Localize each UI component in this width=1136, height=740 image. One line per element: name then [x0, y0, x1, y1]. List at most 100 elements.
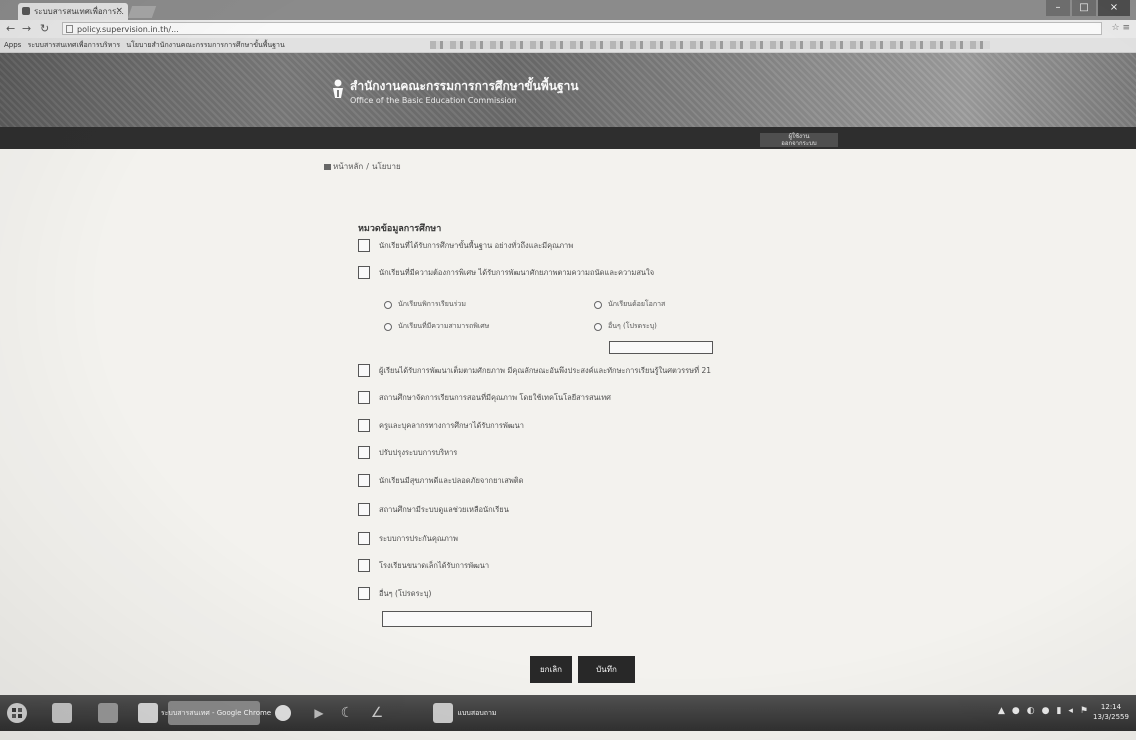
taskbar-app[interactable]: ☾: [336, 701, 358, 725]
page-info-icon[interactable]: [66, 25, 73, 33]
checkbox[interactable]: [358, 239, 370, 252]
taskbar-app[interactable]: [272, 701, 294, 725]
checkbox-label: นักเรียนมีสุขภาพดีและปลอดภัยจากยาเสพติด: [379, 475, 524, 485]
clock-time: 12:14: [1100, 703, 1122, 711]
maximize-button[interactable]: □: [1072, 0, 1096, 16]
system-tray: ▲ ● ◐ ● ▮ ◂ ⚑: [998, 706, 1088, 716]
other-text-input[interactable]: [382, 611, 592, 627]
folder-icon: [52, 703, 72, 723]
windows-logo-icon: [7, 703, 27, 723]
checkbox[interactable]: [358, 587, 370, 600]
tab-close-icon[interactable]: ×: [115, 3, 123, 20]
taskbar-second-window[interactable]: แบบสอบถาม: [410, 701, 520, 725]
bookmark-items-faded: [430, 41, 990, 49]
checkbox-row[interactable]: อื่นๆ (โปรดระบุ): [358, 587, 431, 600]
url-input[interactable]: policy.supervision.in.th/...: [62, 22, 1102, 35]
radio-option[interactable]: นักเรียนที่มีความสามารถพิเศษ: [384, 321, 489, 332]
start-button[interactable]: [4, 701, 30, 725]
pdf-icon: [138, 703, 158, 723]
checkbox-label: นักเรียนที่มีความต้องการพิเศษ ได้รับการพ…: [379, 267, 655, 277]
radio-button[interactable]: [594, 300, 602, 309]
cancel-button[interactable]: ยกเลิก: [530, 656, 572, 683]
radio-button[interactable]: [384, 300, 392, 309]
checkbox[interactable]: [358, 364, 370, 377]
tray-app-icon[interactable]: ●: [1012, 706, 1020, 716]
media-player-icon: [98, 703, 118, 723]
taskbar-window-title: แบบสอบถาม: [457, 708, 497, 717]
clock-date: 13/3/2559: [1093, 713, 1129, 721]
line-icon: [275, 705, 291, 721]
back-arrow-icon[interactable]: ←: [6, 22, 15, 35]
radio-option[interactable]: นักเรียนพิการเรียนร่วม: [384, 299, 466, 310]
user-menu-button[interactable]: ผู้ใช้งาน ออกจากระบบ: [760, 133, 838, 147]
checkbox-row[interactable]: ครูและบุคลากรทางการศึกษาได้รับการพัฒนา: [358, 419, 524, 432]
checkbox[interactable]: [358, 532, 370, 545]
radio-option[interactable]: อื่นๆ (โปรดระบุ): [594, 321, 657, 332]
checkbox[interactable]: [358, 474, 370, 487]
checkbox[interactable]: [358, 446, 370, 459]
radio-label: นักเรียนที่มีความสามารถพิเศษ: [398, 322, 490, 330]
checkbox[interactable]: [358, 559, 370, 572]
checkbox-row[interactable]: นักเรียนที่ได้รับการศึกษาขั้นพื้นฐาน อย่…: [358, 239, 573, 252]
checkbox-row[interactable]: ระบบการประกันคุณภาพ: [358, 532, 458, 545]
star-and-menu-icon[interactable]: ☆ ≡: [1112, 23, 1130, 33]
reload-icon[interactable]: ↻: [40, 22, 49, 35]
bookmarks-bar: Apps ระบบสารสนเทศเพื่อการบริหาร นโยบายสำ…: [0, 38, 1136, 53]
checkbox-row[interactable]: ปรับปรุงระบบการบริหาร: [358, 446, 457, 459]
document-icon: [433, 703, 454, 723]
new-tab-button[interactable]: [127, 6, 157, 18]
flag-icon[interactable]: ⚑: [1080, 706, 1088, 716]
bookmark-item[interactable]: นโยบายสำนักงานคณะกรรมการการศึกษาขั้นพื้น…: [126, 38, 284, 52]
breadcrumb-separator: /: [366, 162, 369, 171]
tab-title: ระบบสารสนเทศเพื่อการ...: [34, 7, 124, 16]
checkbox-label: โรงเรียนขนาดเล็กได้รับการพัฒนา: [379, 560, 490, 570]
checkbox[interactable]: [358, 503, 370, 516]
checkbox[interactable]: [358, 266, 370, 279]
bookmark-apps[interactable]: Apps: [4, 38, 21, 52]
tray-app-icon[interactable]: ●: [1042, 706, 1050, 716]
taskbar-app[interactable]: ▶: [308, 701, 330, 725]
taskbar-file-explorer[interactable]: [50, 701, 74, 725]
checkbox-row[interactable]: ผู้เรียนได้รับการพัฒนาเต็มตามศักยภาพ มีค…: [358, 364, 711, 377]
network-icon[interactable]: ▮: [1056, 706, 1061, 716]
taskbar-app[interactable]: ∠: [366, 701, 388, 725]
window-controls: – □ ×: [1046, 0, 1130, 18]
minimize-button[interactable]: –: [1046, 0, 1070, 16]
home-icon: [324, 163, 331, 170]
checkbox[interactable]: [358, 419, 370, 432]
radio-option[interactable]: นักเรียนด้อยโอกาส: [594, 299, 665, 310]
bookmark-item[interactable]: ระบบสารสนเทศเพื่อการบริหาร: [28, 38, 121, 52]
checkbox-label: ปรับปรุงระบบการบริหาร: [379, 447, 458, 457]
radio-other-input[interactable]: [609, 341, 713, 354]
checkbox-row[interactable]: นักเรียนมีสุขภาพดีและปลอดภัยจากยาเสพติด: [358, 474, 524, 487]
radio-button[interactable]: [384, 322, 392, 331]
checkbox-row[interactable]: โรงเรียนขนาดเล็กได้รับการพัฒนา: [358, 559, 489, 572]
breadcrumb-home[interactable]: หน้าหลัก: [333, 162, 363, 171]
taskbar-chrome-window[interactable]: ระบบสารสนเทศ - Google Chrome: [161, 701, 271, 725]
browser-tab-strip: ระบบสารสนเทศเพื่อการ... × – □ ×: [0, 0, 1136, 20]
user-chip-name: ผู้ใช้งาน: [788, 133, 810, 140]
checkbox-row[interactable]: นักเรียนที่มีความต้องการพิเศษ ได้รับการพ…: [358, 266, 654, 279]
volume-icon[interactable]: ◂: [1068, 706, 1073, 716]
taskbar-pdf-reader[interactable]: [136, 701, 160, 725]
save-button[interactable]: บันทึก: [578, 656, 635, 683]
checkbox-label: นักเรียนที่ได้รับการศึกษาขั้นพื้นฐาน อย่…: [379, 240, 574, 250]
taskbar-clock[interactable]: 12:14 13/3/2559: [1092, 702, 1130, 722]
radio-label: นักเรียนพิการเรียนร่วม: [398, 300, 466, 308]
checkbox-label: ระบบการประกันคุณภาพ: [379, 533, 458, 543]
pen-icon: ∠: [370, 705, 384, 721]
forward-arrow-icon[interactable]: →: [22, 22, 31, 35]
taskbar-app[interactable]: [96, 701, 120, 725]
checkbox-row[interactable]: สถานศึกษามีระบบดูแลช่วยเหลือนักเรียน: [358, 503, 509, 516]
tray-app-icon[interactable]: ◐: [1027, 706, 1035, 716]
radio-button[interactable]: [594, 322, 602, 331]
browser-tab[interactable]: ระบบสารสนเทศเพื่อการ... ×: [18, 3, 128, 20]
site-title-thai: สำนักงานคณะกรรมการการศึกษาขั้นพื้นฐาน: [350, 79, 579, 93]
tray-overflow-icon[interactable]: ▲: [998, 706, 1005, 716]
checkbox[interactable]: [358, 391, 370, 404]
close-window-button[interactable]: ×: [1098, 0, 1130, 16]
checkbox-label: สถานศึกษาจัดการเรียนการสอนที่มีคุณภาพ โด…: [379, 392, 611, 402]
checkbox-row[interactable]: สถานศึกษาจัดการเรียนการสอนที่มีคุณภาพ โด…: [358, 391, 611, 404]
address-bar: ← → ↻ policy.supervision.in.th/... ☆ ≡: [0, 20, 1136, 39]
logout-link[interactable]: ออกจากระบบ: [760, 140, 838, 147]
